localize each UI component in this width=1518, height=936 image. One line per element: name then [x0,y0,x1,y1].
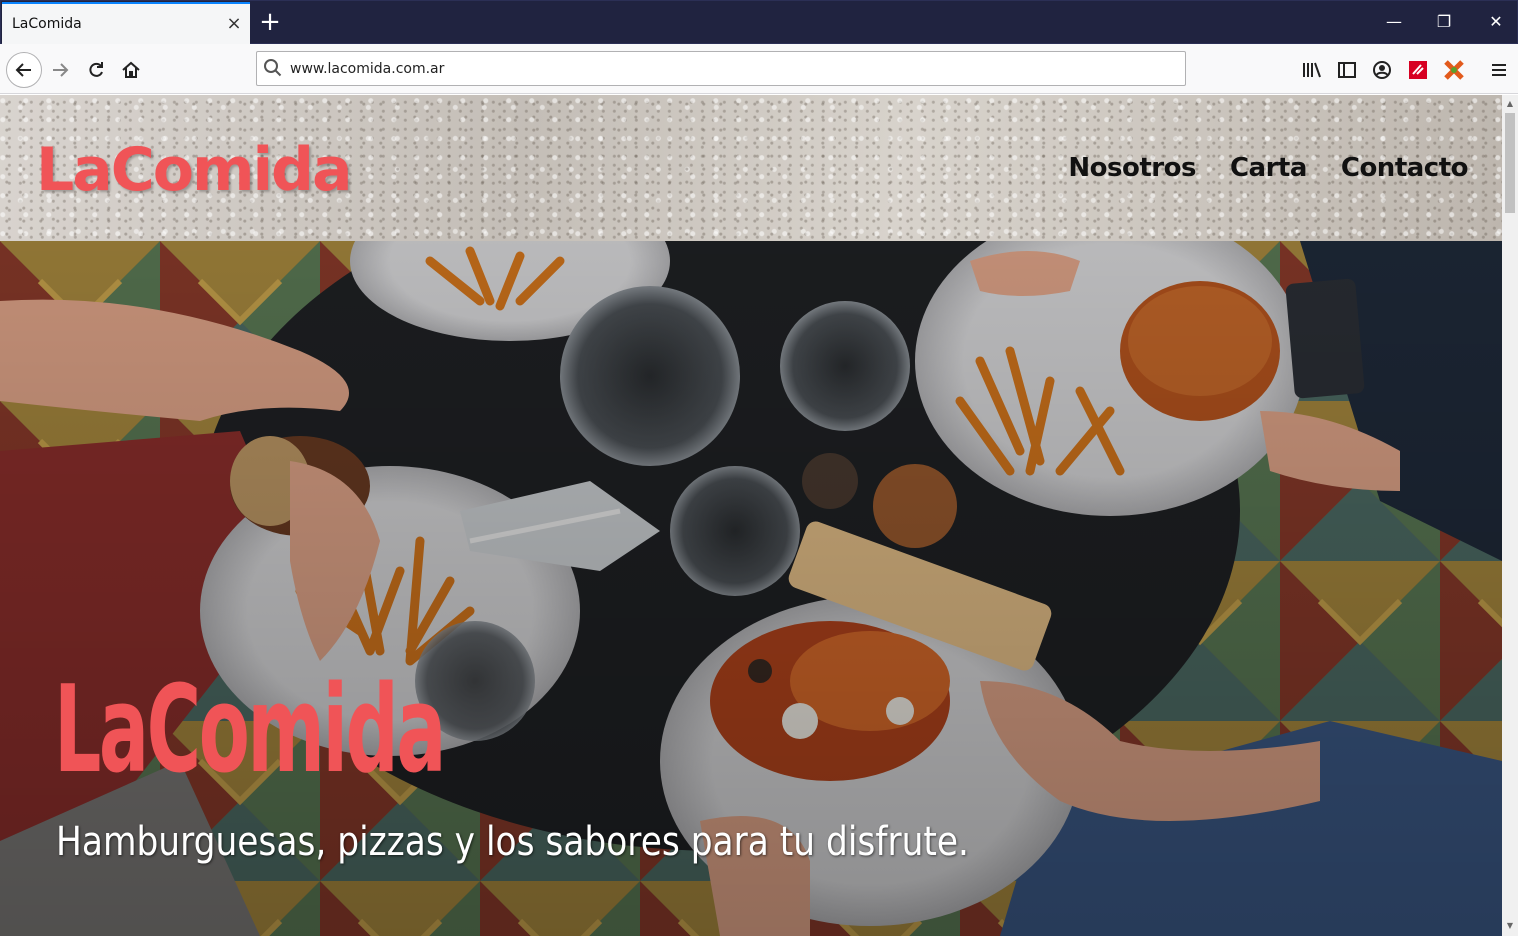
pocket-icon [1409,61,1427,79]
address-bar[interactable]: www.lacomida.com.ar [256,51,1186,86]
scroll-up-icon[interactable]: ▲ [1505,99,1515,109]
browser-tab[interactable]: LaComida × [2,2,250,45]
tab-title: LaComida [12,16,82,32]
page-viewport: LaComida Nosotros Carta Contacto LaComid… [0,95,1502,936]
home-button[interactable] [115,54,147,86]
home-icon [122,61,140,78]
back-arrow-icon [15,63,31,77]
tab-close-button[interactable]: × [224,12,244,36]
page-scrollbar[interactable]: ▲ ▼ [1502,95,1518,936]
library-icon [1303,62,1321,78]
menu-button[interactable] [1483,54,1515,86]
sidebar-button[interactable] [1331,54,1363,86]
minimize-button[interactable]: — [1379,9,1409,35]
forward-arrow-icon [53,63,69,77]
pocket-button[interactable] [1402,54,1434,86]
back-button[interactable] [6,52,42,88]
search-icon [264,59,282,77]
site-logo[interactable]: LaComida [36,135,352,205]
account-icon [1373,61,1391,79]
site-header: LaComida Nosotros Carta Contacto [0,95,1502,241]
hero-title: LaComida [54,661,446,800]
scroll-thumb[interactable] [1505,113,1515,213]
reload-icon [89,62,103,77]
forward-button[interactable] [44,54,76,86]
url-text[interactable]: www.lacomida.com.ar [290,61,444,77]
sidebar-icon [1338,62,1356,78]
nav-link-contacto[interactable]: Contacto [1341,153,1469,183]
browser-navbar: www.lacomida.com.ar [0,44,1518,94]
library-button[interactable] [1296,54,1328,86]
hamburger-menu-icon [1492,64,1506,76]
close-window-button[interactable]: ✕ [1481,9,1511,35]
hero-section: LaComida Hamburguesas, pizzas y los sabo… [0,241,1502,936]
site-nav: Nosotros Carta Contacto [1068,153,1468,183]
scroll-down-icon[interactable]: ▼ [1505,921,1515,931]
nav-link-carta[interactable]: Carta [1230,153,1307,183]
new-tab-button[interactable]: + [257,7,283,37]
reload-button[interactable] [80,54,112,86]
hero-subtitle: Hamburguesas, pizzas y los sabores para … [56,819,969,865]
browser-titlebar: LaComida × + — ❐ ✕ [0,0,1518,45]
nav-link-nosotros[interactable]: Nosotros [1068,153,1196,183]
extension-icon [1444,60,1464,80]
restore-button[interactable]: ❐ [1429,9,1459,35]
extension-button[interactable] [1438,54,1470,86]
account-button[interactable] [1366,54,1398,86]
